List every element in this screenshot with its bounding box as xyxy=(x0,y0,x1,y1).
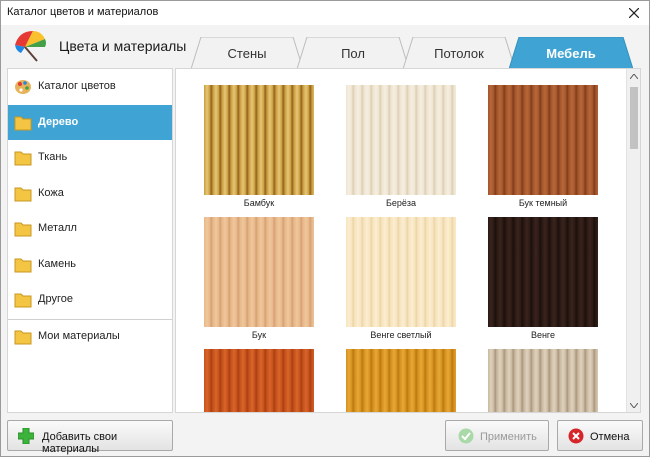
material-swatch xyxy=(346,217,456,327)
scroll-up-button[interactable] xyxy=(627,69,640,83)
sidebar-item-wood[interactable]: Дерево xyxy=(8,105,172,140)
folder-icon xyxy=(14,293,32,308)
material-tile[interactable] xyxy=(204,349,314,412)
material-tile[interactable] xyxy=(488,349,598,412)
tab-furniture[interactable]: Мебель xyxy=(509,37,633,69)
tab-bar: Стены Пол Потолок Мебель xyxy=(181,37,641,69)
catalog-window: Каталог цветов и материалов Цвета и мате… xyxy=(0,0,650,457)
material-label: Бук xyxy=(251,330,267,340)
cancel-button[interactable]: Отмена xyxy=(557,420,643,451)
material-swatch xyxy=(488,349,598,412)
material-swatch xyxy=(346,85,456,195)
material-tile[interactable]: Бук xyxy=(204,217,314,340)
sidebar-item-color-catalog[interactable]: Каталог цветов xyxy=(8,69,172,104)
palette-icon xyxy=(15,80,31,94)
material-label: Бамбук xyxy=(243,198,275,208)
sidebar-item-fabric[interactable]: Ткань xyxy=(8,140,172,175)
header-title: Цвета и материалы xyxy=(59,38,187,54)
material-swatch xyxy=(204,349,314,412)
scroll-down-button[interactable] xyxy=(627,398,640,412)
material-tile[interactable]: Венге xyxy=(488,217,598,340)
title-bar: Каталог цветов и материалов xyxy=(1,1,649,25)
tab-ceiling[interactable]: Потолок xyxy=(403,37,515,69)
close-button[interactable] xyxy=(623,3,645,23)
material-swatch xyxy=(488,217,598,327)
material-tile[interactable]: Бук темный xyxy=(488,85,598,208)
checkmark-icon xyxy=(458,428,474,444)
sidebar-item-stone[interactable]: Камень xyxy=(8,247,172,282)
sidebar-item-leather[interactable]: Кожа xyxy=(8,176,172,211)
scroll-thumb[interactable] xyxy=(630,87,638,149)
folder-icon xyxy=(14,258,32,273)
material-label: Венге светлый xyxy=(370,330,432,340)
material-swatch xyxy=(488,85,598,195)
material-tile[interactable]: Бамбук xyxy=(204,85,314,208)
sidebar-item-my-materials[interactable]: Мои материалы xyxy=(8,319,172,354)
material-swatch xyxy=(346,349,456,412)
sidebar-item-other[interactable]: Другое xyxy=(8,282,172,317)
chevron-down-icon xyxy=(630,402,638,408)
folder-icon xyxy=(14,222,32,237)
material-tile[interactable]: Венге светлый xyxy=(346,217,456,340)
cancel-icon xyxy=(568,428,584,444)
material-label: Берёза xyxy=(385,198,417,208)
material-swatch xyxy=(204,217,314,327)
folder-icon xyxy=(14,187,32,202)
material-label: Венге xyxy=(530,330,556,340)
materials-grid: Бамбук Берёза Бук темный Бук Венге светл… xyxy=(175,68,641,413)
window-title: Каталог цветов и материалов xyxy=(7,6,159,18)
apply-button[interactable]: Применить xyxy=(445,420,549,451)
category-sidebar: Каталог цветов Дерево Ткань Кожа Металл xyxy=(7,68,173,413)
folder-icon xyxy=(14,116,32,131)
tab-walls[interactable]: Стены xyxy=(191,37,303,69)
tab-floor[interactable]: Пол xyxy=(297,37,409,69)
add-materials-button[interactable]: Добавить свои материалы xyxy=(7,420,173,455)
vertical-scrollbar[interactable] xyxy=(626,69,640,412)
close-icon xyxy=(629,8,639,18)
chevron-up-icon xyxy=(630,73,638,79)
material-label: Бук темный xyxy=(518,198,568,208)
sidebar-item-metal[interactable]: Металл xyxy=(8,211,172,246)
folder-icon xyxy=(14,151,32,166)
plus-icon xyxy=(18,428,34,444)
material-tile[interactable]: Берёза xyxy=(346,85,456,208)
material-tile[interactable] xyxy=(346,349,456,412)
material-swatch xyxy=(204,85,314,195)
umbrella-logo-icon xyxy=(15,31,46,62)
folder-icon xyxy=(14,330,32,345)
